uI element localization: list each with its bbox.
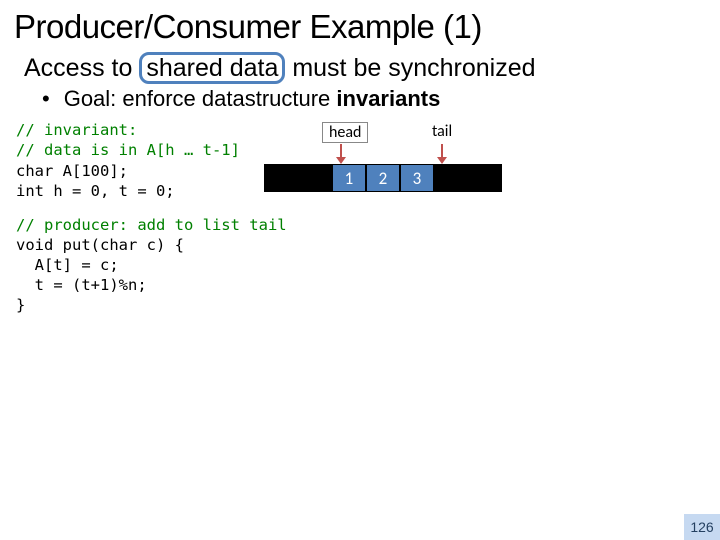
bullet-pre: Goal: enforce datastructure: [64, 86, 337, 111]
producer-l4: }: [16, 296, 25, 314]
subtitle-line: Access to shared data must be synchroniz…: [24, 52, 706, 84]
page-number: 126: [684, 514, 720, 540]
tail-arrow-icon: [441, 144, 443, 158]
head-arrow-icon: [340, 144, 342, 158]
producer-l1: void put(char c) {: [16, 236, 184, 254]
buffer-cell: 3: [400, 164, 434, 192]
code-line-1: char A[100];: [16, 162, 128, 180]
tail-label: tail: [432, 122, 452, 141]
code-producer: // producer: add to list tail void put(c…: [14, 215, 706, 316]
slide-title: Producer/Consumer Example (1): [14, 8, 706, 46]
code-comment-1: // invariant:: [16, 121, 137, 139]
slide: Producer/Consumer Example (1) Access to …: [0, 0, 720, 540]
buffer-cell: 1: [332, 164, 366, 192]
buffer-cell: [468, 164, 502, 192]
subtitle-pre: Access to: [24, 54, 139, 82]
producer-l2: A[t] = c;: [16, 256, 119, 274]
bullet-strong: invariants: [336, 86, 440, 111]
code-invariant: // invariant: // data is in A[h … t-1] c…: [14, 120, 240, 201]
producer-comment: // producer: add to list tail: [16, 216, 287, 234]
bullet-dot: •: [42, 86, 50, 112]
code-line-2: int h = 0, t = 0;: [16, 182, 175, 200]
buffer-diagram: head tail 1 2 3: [240, 120, 706, 192]
producer-l3: t = (t+1)%n;: [16, 276, 147, 294]
buffer-cell: [434, 164, 468, 192]
buffer-cell: [298, 164, 332, 192]
shared-data-highlight: shared data: [139, 52, 285, 84]
buffer-cell: 2: [366, 164, 400, 192]
bullet-text: Goal: enforce datastructure invariants: [64, 86, 441, 112]
diagram-arrows: [258, 144, 706, 164]
buffer-cells: 1 2 3: [264, 164, 706, 192]
head-label: head: [322, 122, 368, 143]
content-row: // invariant: // data is in A[h … t-1] c…: [14, 120, 706, 201]
code-comment-2: // data is in A[h … t-1]: [16, 141, 240, 159]
diagram-labels: head tail: [258, 122, 706, 144]
buffer-cell: [264, 164, 298, 192]
subtitle-post: must be synchronized: [285, 54, 535, 82]
goal-bullet: • Goal: enforce datastructure invariants: [42, 86, 706, 112]
